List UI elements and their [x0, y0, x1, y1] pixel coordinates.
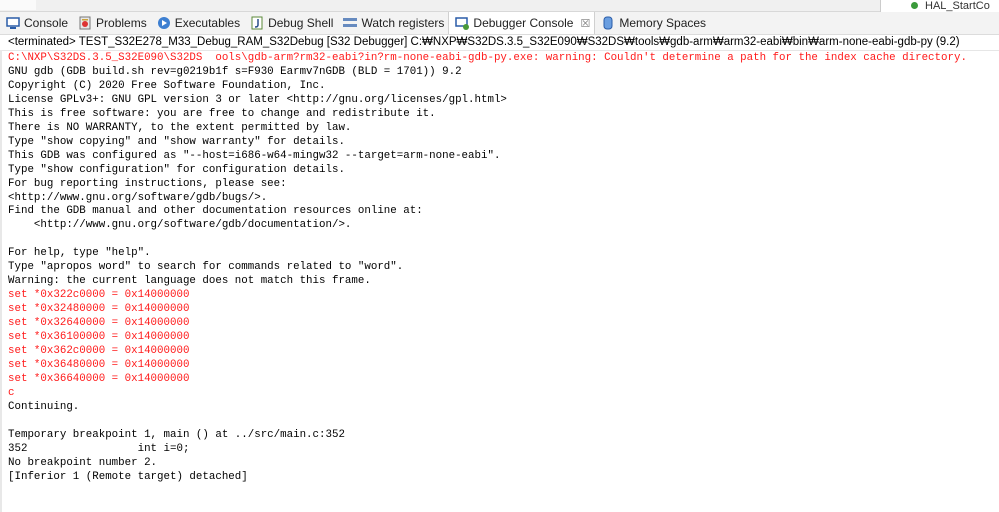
tab-console[interactable]: Console: [0, 12, 72, 34]
console-line: Type "show configuration" for configurat…: [8, 163, 345, 176]
console-line: set *0x36480000 = 0x14000000: [8, 358, 190, 371]
tab-debugger-console[interactable]: Debugger Console ☒: [448, 12, 596, 34]
console-icon: [6, 16, 24, 30]
tab-label: Debugger Console: [473, 16, 574, 30]
problems-icon: [78, 16, 96, 30]
console-line: c: [8, 386, 15, 399]
status-dot-icon: [911, 2, 918, 9]
tab-label: Debug Shell: [268, 16, 334, 30]
console-line: <http://www.gnu.org/software/gdb/bugs/>.: [8, 191, 268, 204]
console-line: Continuing.: [8, 400, 80, 413]
console-line: set *0x32480000 = 0x14000000: [8, 303, 190, 316]
console-line: set *0x36640000 = 0x14000000: [8, 372, 190, 385]
console-line: set *0x362c0000 = 0x14000000: [8, 345, 190, 358]
console-line: Type "apropos word" to search for comman…: [8, 261, 404, 274]
tab-watch-registers[interactable]: Watch registers: [337, 12, 448, 34]
tab-label: Console: [24, 16, 69, 30]
close-icon[interactable]: ☒: [580, 17, 590, 30]
tab-label: Memory Spaces: [619, 16, 707, 30]
tab-memory-spaces[interactable]: Memory Spaces: [595, 12, 710, 34]
memory-spaces-icon: [601, 16, 619, 30]
console-left-border: [0, 50, 2, 512]
outline-item[interactable]: HAL_StartCo: [880, 0, 999, 12]
console-line: This is free software: you are free to c…: [8, 107, 436, 120]
console-line: For bug reporting instructions, please s…: [8, 177, 287, 190]
console-line: License GPLv3+: GNU GPL version 3 or lat…: [8, 93, 507, 106]
console-line: Find the GDB manual and other documentat…: [8, 205, 423, 218]
tab-problems[interactable]: Problems: [72, 12, 151, 34]
debugger-console-output[interactable]: C:\NXP\S32DS.3.5_S32E090\S32DS ools\gdb-…: [8, 52, 967, 485]
view-tab-bar: Console Problems Executables Debug Shell Wat…: [0, 12, 999, 35]
tab-debug-shell[interactable]: Debug Shell: [244, 12, 337, 34]
debug-shell-icon: [250, 16, 268, 30]
console-line: GNU gdb (GDB build.sh rev=g0219b1f s=F93…: [8, 65, 462, 78]
console-line: Copyright (C) 2020 Free Software Foundat…: [8, 79, 326, 92]
console-line: C:\NXP\S32DS.3.5_S32E090\S32DS ools\gdb-…: [8, 52, 967, 64]
top-panel-tab: [0, 0, 36, 10]
console-line: For help, type "help".: [8, 247, 151, 260]
console-line: set *0x32640000 = 0x14000000: [8, 317, 190, 330]
tab-label: Problems: [96, 16, 147, 30]
console-line: Type "show copying" and "show warranty" …: [8, 135, 345, 148]
console-line: This GDB was configured as "--host=i686-…: [8, 149, 501, 162]
console-line: [Inferior 1 (Remote target) detached]: [8, 470, 248, 483]
console-line: No breakpoint number 2.: [8, 456, 158, 469]
tab-label: Executables: [174, 16, 241, 30]
console-line: Warning: the current language does not m…: [8, 275, 371, 288]
tab-label: Watch registers: [361, 16, 445, 30]
console-line: set *0x36100000 = 0x14000000: [8, 331, 190, 344]
launch-status-line: <terminated> TEST_S32E278_M33_Debug_RAM_…: [0, 35, 999, 51]
watch-registers-icon: [343, 16, 361, 30]
executables-icon: [157, 16, 175, 30]
console-line: <http://www.gnu.org/software/gdb/documen…: [8, 219, 352, 232]
debugger-console-icon: [455, 16, 473, 30]
outline-item-label: HAL_StartCo: [925, 0, 990, 12]
console-line: 352 int i=0;: [8, 442, 190, 455]
tab-executables[interactable]: Executables: [151, 12, 244, 34]
console-line: set *0x322c0000 = 0x14000000: [8, 289, 190, 302]
top-panel-edge: [0, 0, 999, 12]
console-line: There is NO WARRANTY, to the extent perm…: [8, 121, 352, 134]
console-line: Temporary breakpoint 1, main () at ../sr…: [8, 428, 345, 441]
